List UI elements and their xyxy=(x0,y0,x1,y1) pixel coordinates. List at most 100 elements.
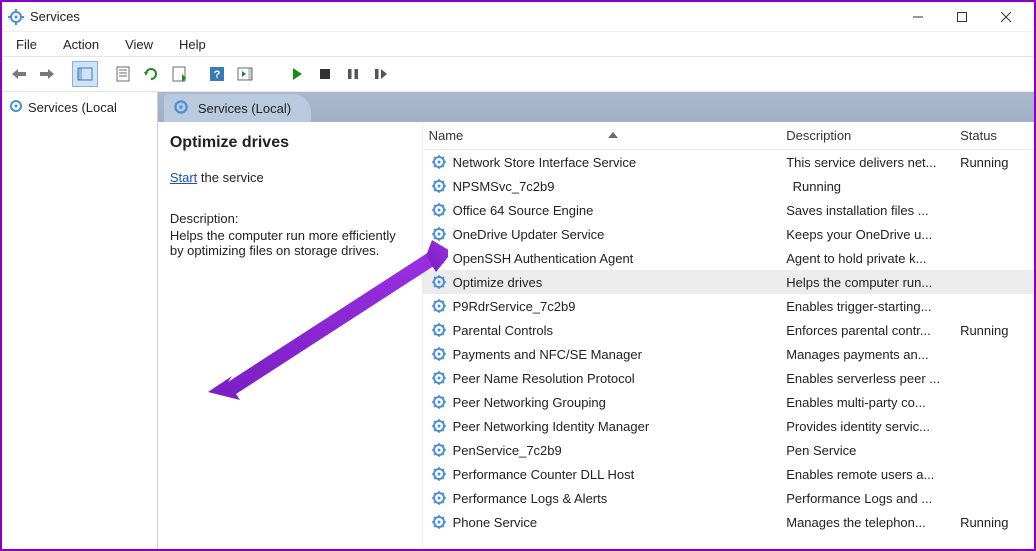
column-description[interactable]: Description xyxy=(780,128,954,143)
menu-help[interactable]: Help xyxy=(173,35,212,54)
service-row[interactable]: Phone Service Manages the telephon...Runn… xyxy=(423,510,1034,534)
service-name: OpenSSH Authentication Agent xyxy=(453,251,634,266)
tree-node-services-local[interactable]: Services (Local xyxy=(2,96,157,119)
column-status[interactable]: Status xyxy=(954,128,1034,143)
toolbar: ? xyxy=(2,56,1034,92)
services-app-icon xyxy=(8,9,24,25)
description-text: Helps the computer run more efficiently … xyxy=(170,228,410,258)
service-row[interactable]: Parental Controls Enforces parental contr… xyxy=(423,318,1034,342)
service-row[interactable]: Performance Logs & AlertsPerformance Log… xyxy=(423,486,1034,510)
close-button[interactable] xyxy=(984,3,1028,31)
start-service-link[interactable]: Start xyxy=(170,170,197,185)
menu-file[interactable]: File xyxy=(10,35,43,54)
tabstrip: Services (Local) xyxy=(158,92,1034,122)
main-panel: Services (Local) Optimize drives Start t… xyxy=(158,92,1034,549)
menubar: File Action View Help xyxy=(2,32,1034,56)
column-name[interactable]: Name xyxy=(423,128,781,143)
service-row[interactable]: P9RdrService_7c2b9 Enables trigger-starti… xyxy=(423,294,1034,318)
service-description: Enables serverless peer ... xyxy=(780,371,954,386)
detail-pane: Optimize drives Start the service Descri… xyxy=(158,122,423,549)
gear-icon xyxy=(431,178,447,194)
gear-icon xyxy=(431,250,447,266)
service-description: Enables remote users a... xyxy=(780,467,954,482)
service-status: Running xyxy=(954,323,1034,338)
selected-service-name: Optimize drives xyxy=(170,134,410,152)
service-row[interactable]: Peer Name Resolution Protocol Enables ser… xyxy=(423,366,1034,390)
menu-action[interactable]: Action xyxy=(57,35,105,54)
gear-icon xyxy=(8,98,24,117)
service-name: Parental Controls xyxy=(453,323,553,338)
service-description: Performance Logs and ... xyxy=(780,491,954,506)
service-description: Running xyxy=(781,179,955,194)
service-row[interactable]: Peer Networking Grouping Enables multi-pa… xyxy=(423,390,1034,414)
service-row[interactable]: PenService_7c2b9 Pen Service xyxy=(423,438,1034,462)
menu-view[interactable]: View xyxy=(119,35,159,54)
action-pane-button[interactable] xyxy=(232,61,258,87)
service-row[interactable]: Peer Networking Identity ManagerProvides… xyxy=(423,414,1034,438)
service-description: Enables trigger-starting... xyxy=(780,299,954,314)
content: Optimize drives Start the service Descri… xyxy=(158,122,1034,549)
show-hide-tree-button[interactable] xyxy=(72,61,98,87)
start-service-line: Start the service xyxy=(170,170,410,185)
service-row[interactable]: OneDrive Updater Service Keeps your OneDr… xyxy=(423,222,1034,246)
help-button[interactable]: ? xyxy=(204,61,230,87)
forward-button[interactable] xyxy=(34,61,60,87)
gear-icon xyxy=(431,418,447,434)
service-description: Pen Service xyxy=(780,443,954,458)
tree-node-label: Services (Local xyxy=(28,100,117,115)
minimize-button[interactable] xyxy=(896,3,940,31)
service-row[interactable]: Office 64 Source EngineSaves installatio… xyxy=(423,198,1034,222)
service-status: Running xyxy=(954,155,1034,170)
service-row[interactable]: Optimize drivesHelps the computer run... xyxy=(423,270,1034,294)
titlebar[interactable]: Services xyxy=(2,2,1034,32)
services-window: Services File Action View Help ? xyxy=(0,0,1036,551)
window-title: Services xyxy=(30,9,80,24)
service-description: Enforces parental contr... xyxy=(780,323,954,338)
gear-icon xyxy=(431,394,447,410)
maximize-button[interactable] xyxy=(940,3,984,31)
stop-service-button[interactable] xyxy=(312,61,338,87)
restart-service-button[interactable] xyxy=(368,61,394,87)
service-row[interactable]: Payments and NFC/SE ManagerManages payme… xyxy=(423,342,1034,366)
gear-icon xyxy=(431,322,447,338)
service-name: P9RdrService_7c2b9 xyxy=(453,299,576,314)
service-status: Running xyxy=(954,515,1034,530)
start-rest: the service xyxy=(197,170,263,185)
refresh-button[interactable] xyxy=(138,61,164,87)
list-rows[interactable]: Network Store Interface Service This serv… xyxy=(423,150,1034,549)
service-description: Manages the telephon... xyxy=(780,515,954,530)
service-name: PenService_7c2b9 xyxy=(453,443,562,458)
gear-icon xyxy=(172,98,190,119)
gear-icon xyxy=(431,274,447,290)
back-button[interactable] xyxy=(6,61,32,87)
service-description: Enables multi-party co... xyxy=(780,395,954,410)
service-row[interactable]: NPSMSvc_7c2b9 Running xyxy=(423,174,1034,198)
pause-service-button[interactable] xyxy=(340,61,366,87)
service-name: OneDrive Updater Service xyxy=(453,227,605,242)
sort-indicator-icon xyxy=(608,132,618,138)
export-list-button[interactable] xyxy=(166,61,192,87)
tab-services-local[interactable]: Services (Local) xyxy=(164,94,311,122)
svg-text:?: ? xyxy=(214,69,221,81)
console-tree[interactable]: Services (Local xyxy=(2,92,158,549)
service-description: Keeps your OneDrive u... xyxy=(780,227,954,242)
service-status: Running xyxy=(787,179,867,194)
start-service-button[interactable] xyxy=(284,61,310,87)
service-row[interactable]: Performance Counter DLL HostEnables remo… xyxy=(423,462,1034,486)
service-name: Phone Service xyxy=(453,515,538,530)
service-name: Peer Networking Grouping xyxy=(453,395,606,410)
gear-icon xyxy=(431,490,447,506)
service-name: Office 64 Source Engine xyxy=(453,203,594,218)
service-name: NPSMSvc_7c2b9 xyxy=(453,179,555,194)
body: Services (Local Services (Local) Optimiz… xyxy=(2,92,1034,549)
service-row[interactable]: OpenSSH Authentication AgentAgent to hol… xyxy=(423,246,1034,270)
service-name: Network Store Interface Service xyxy=(453,155,637,170)
properties-button[interactable] xyxy=(110,61,136,87)
description-label: Description: xyxy=(170,211,410,226)
service-row[interactable]: Network Store Interface Service This serv… xyxy=(423,150,1034,174)
gear-icon xyxy=(431,370,447,386)
service-description: This service delivers net... xyxy=(780,155,954,170)
service-name: Peer Name Resolution Protocol xyxy=(453,371,635,386)
gear-icon xyxy=(431,154,447,170)
gear-icon xyxy=(431,514,447,530)
